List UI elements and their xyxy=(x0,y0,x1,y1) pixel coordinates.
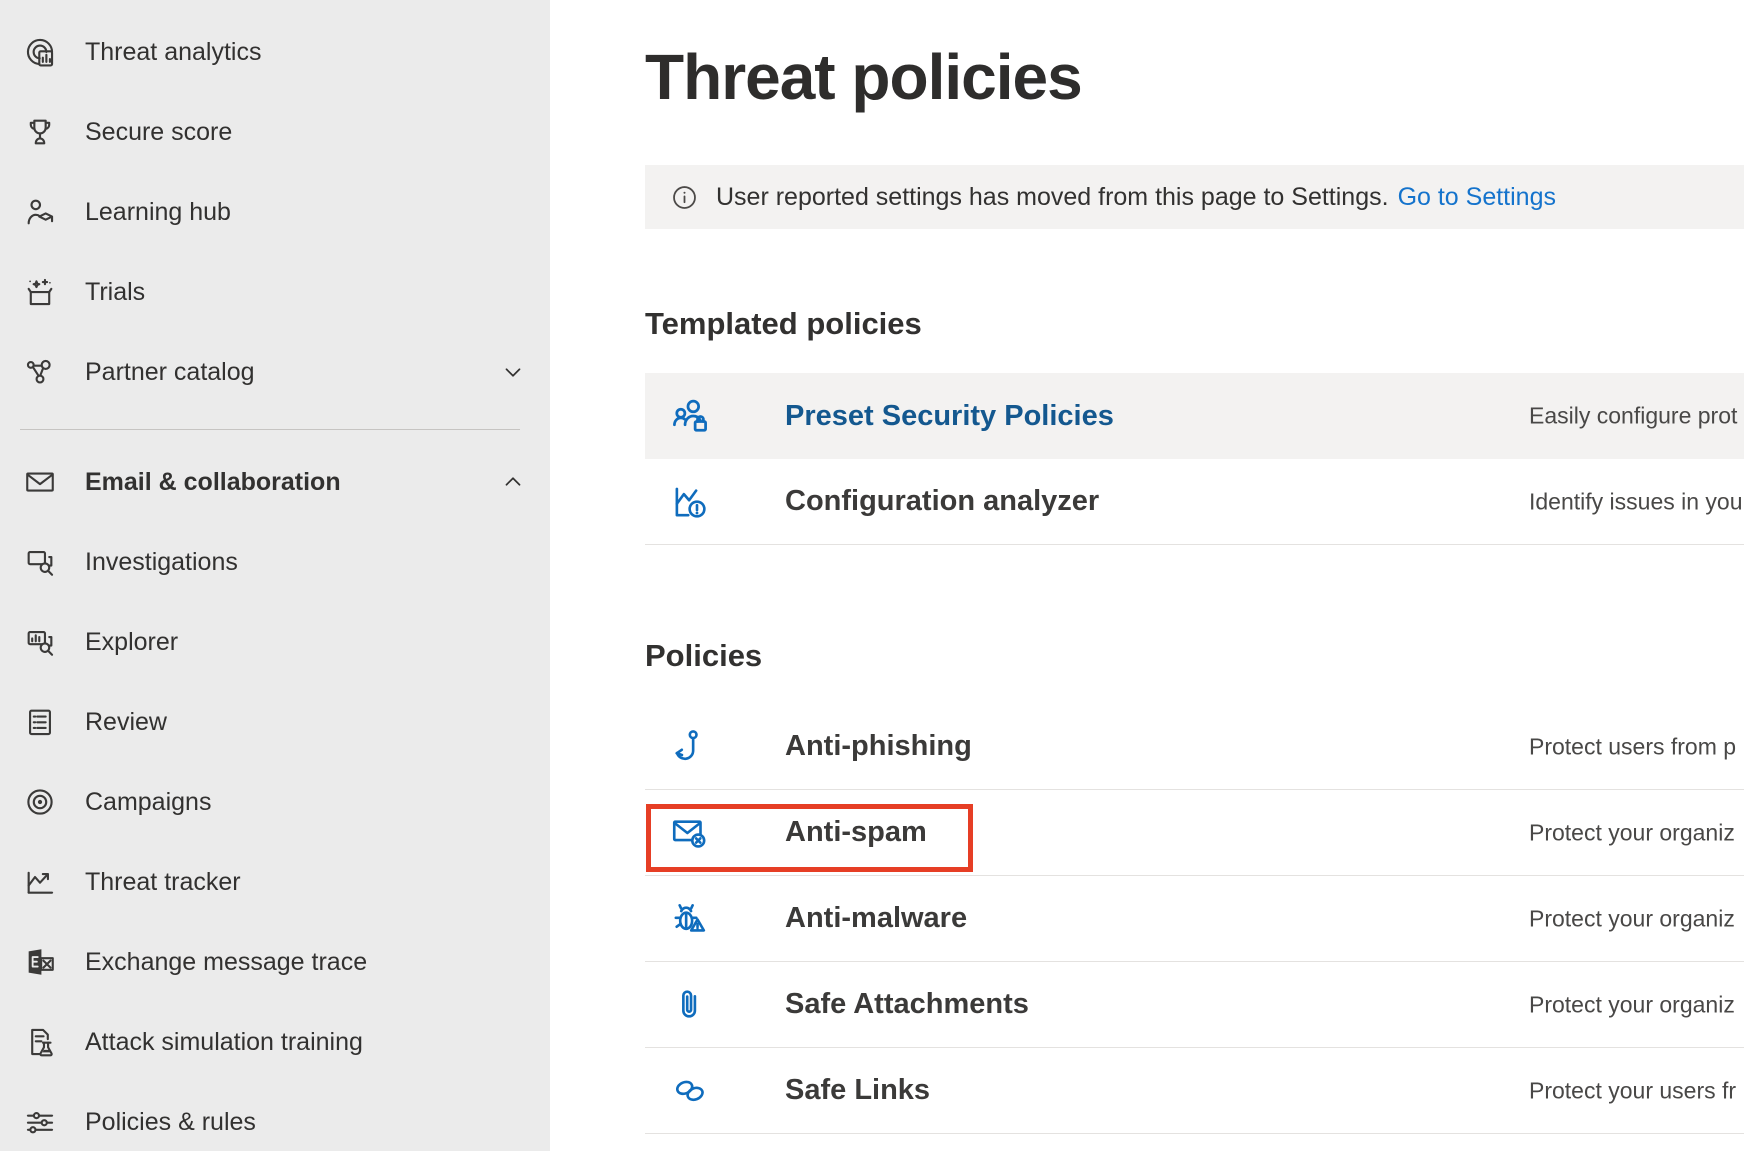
sidebar-item-partner-catalog[interactable]: Partner catalog xyxy=(0,332,550,412)
row-label: Preset Security Policies xyxy=(785,400,1114,433)
row-label: Configuration analyzer xyxy=(785,485,1099,518)
sidebar-item-label: Threat tracker xyxy=(85,868,241,897)
row-description: Protect your users fr xyxy=(1529,1077,1736,1104)
row-description: Protect your organiz xyxy=(1529,905,1735,932)
partner-catalog-icon xyxy=(22,354,58,390)
sidebar-item-label: Investigations xyxy=(85,548,238,577)
row-description: Easily configure prot xyxy=(1529,403,1737,430)
sidebar-item-explorer[interactable]: Explorer xyxy=(0,602,550,682)
sidebar-item-label: Email & collaboration xyxy=(85,468,341,497)
anti-spam-icon xyxy=(668,811,712,855)
templated-policies-list: Preset Security Policies Easily configur… xyxy=(645,373,1744,545)
sidebar-item-threat-tracker[interactable]: Threat tracker xyxy=(0,842,550,922)
row-description: Protect your organiz xyxy=(1529,819,1735,846)
review-icon xyxy=(22,704,58,740)
threat-analytics-icon xyxy=(22,34,58,70)
row-label: Anti-malware xyxy=(785,902,967,935)
sidebar-item-investigations[interactable]: Investigations xyxy=(0,522,550,602)
sidebar-item-label: Secure score xyxy=(85,118,232,147)
sidebar-item-label: Partner catalog xyxy=(85,358,255,387)
row-anti-phishing[interactable]: Anti-phishing Protect users from p xyxy=(645,704,1744,790)
section-heading-templated-policies: Templated policies xyxy=(645,306,922,342)
sidebar-item-attack-simulation-training[interactable]: Attack simulation training xyxy=(0,1002,550,1082)
threat-tracker-icon xyxy=(22,864,58,900)
sidebar-item-label: Trials xyxy=(85,278,145,307)
sidebar-item-learning-hub[interactable]: Learning hub xyxy=(0,172,550,252)
trophy-icon xyxy=(22,114,58,150)
learning-hub-icon xyxy=(22,194,58,230)
chevron-up-icon[interactable] xyxy=(500,469,526,495)
configuration-analyzer-icon xyxy=(668,480,712,524)
safe-links-icon xyxy=(668,1069,712,1113)
sidebar-item-label: Campaigns xyxy=(85,788,211,817)
sidebar-item-threat-analytics[interactable]: Threat analytics xyxy=(0,12,550,92)
trials-icon xyxy=(22,274,58,310)
anti-malware-icon xyxy=(668,897,712,941)
defender-portal: Threat analytics Secure score xyxy=(0,0,1744,1151)
email-icon xyxy=(22,464,58,500)
banner-message: User reported settings has moved from th… xyxy=(716,183,1389,212)
section-heading-policies: Policies xyxy=(645,638,762,674)
explorer-icon xyxy=(22,624,58,660)
row-description: Protect users from p xyxy=(1529,733,1736,760)
row-anti-spam[interactable]: Anti-spam Protect your organiz xyxy=(645,790,1744,876)
row-description: Identify issues in you xyxy=(1529,488,1743,515)
sidebar-divider xyxy=(20,429,520,430)
sidebar-item-review[interactable]: Review xyxy=(0,682,550,762)
policies-list: Anti-phishing Protect users from p Anti-… xyxy=(645,704,1744,1134)
exchange-logo-icon xyxy=(22,944,58,980)
sidebar-item-label: Exchange message trace xyxy=(85,948,367,977)
sidebar-item-label: Explorer xyxy=(85,628,178,657)
row-label: Anti-phishing xyxy=(785,730,972,763)
row-description: Protect your organiz xyxy=(1529,991,1735,1018)
row-safe-attachments[interactable]: Safe Attachments Protect your organiz xyxy=(645,962,1744,1048)
sliders-icon xyxy=(22,1104,58,1140)
sidebar-item-campaigns[interactable]: Campaigns xyxy=(0,762,550,842)
paperclip-icon xyxy=(668,983,712,1027)
main-content: Threat policies User reported settings h… xyxy=(550,0,1744,1151)
sidebar-item-policies-rules[interactable]: Policies & rules xyxy=(0,1082,550,1151)
info-icon xyxy=(671,184,698,211)
row-label: Anti-spam xyxy=(785,816,927,849)
row-label: Safe Links xyxy=(785,1074,930,1107)
sidebar-item-exchange-message-trace[interactable]: Exchange message trace xyxy=(0,922,550,1002)
sidebar-item-label: Attack simulation training xyxy=(85,1028,363,1057)
info-banner: User reported settings has moved from th… xyxy=(645,165,1744,229)
row-safe-links[interactable]: Safe Links Protect your users fr xyxy=(645,1048,1744,1134)
chevron-down-icon[interactable] xyxy=(500,359,526,385)
sidebar-item-label: Learning hub xyxy=(85,198,231,227)
go-to-settings-link[interactable]: Go to Settings xyxy=(1398,183,1556,212)
page-title: Threat policies xyxy=(645,40,1082,114)
sidebar-item-label: Review xyxy=(85,708,167,737)
sidebar-item-label: Policies & rules xyxy=(85,1108,256,1137)
investigations-icon xyxy=(22,544,58,580)
row-preset-security-policies[interactable]: Preset Security Policies Easily configur… xyxy=(645,373,1744,459)
sidebar-item-trials[interactable]: Trials xyxy=(0,252,550,332)
row-anti-malware[interactable]: Anti-malware Protect your organiz xyxy=(645,876,1744,962)
row-label: Safe Attachments xyxy=(785,988,1029,1021)
sidebar-item-secure-score[interactable]: Secure score xyxy=(0,92,550,172)
sidebar-item-label: Threat analytics xyxy=(85,38,261,67)
attack-simulation-icon xyxy=(22,1024,58,1060)
sidebar: Threat analytics Secure score xyxy=(0,0,550,1151)
preset-security-policies-icon xyxy=(668,394,712,438)
campaigns-icon xyxy=(22,784,58,820)
anti-phishing-icon xyxy=(668,725,712,769)
row-configuration-analyzer[interactable]: Configuration analyzer Identify issues i… xyxy=(645,459,1744,545)
sidebar-item-email-collaboration[interactable]: Email & collaboration xyxy=(0,442,550,522)
